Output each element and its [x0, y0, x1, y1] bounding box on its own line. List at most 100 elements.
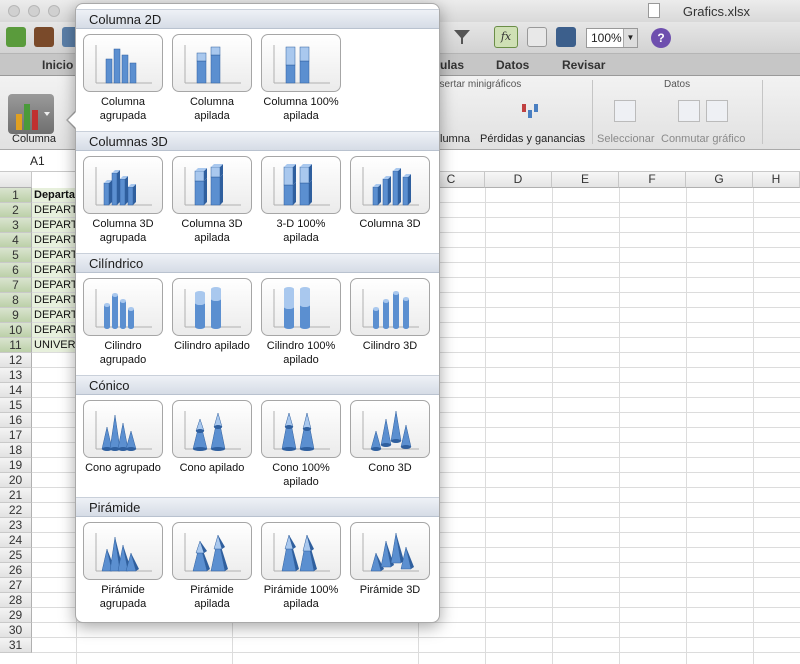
- row-header[interactable]: 15: [0, 398, 32, 413]
- chart-type-option[interactable]: Cono 3D: [350, 400, 430, 475]
- list-icon[interactable]: [527, 27, 547, 47]
- column-header-d[interactable]: D: [485, 172, 552, 188]
- chart-type-label: Pirámide 100% apilada: [263, 584, 339, 610]
- row-header[interactable]: 4: [0, 233, 32, 248]
- switch-rowcol-icon[interactable]: [678, 100, 700, 122]
- grid-line: [619, 188, 620, 664]
- cell-a[interactable]: DEPARTA: [34, 219, 78, 231]
- winloss-sparkline-icon[interactable]: [520, 100, 542, 122]
- cell-a[interactable]: UNIVERSI: [34, 339, 78, 351]
- pyramid-3d-icon: [350, 522, 430, 580]
- templates-icon[interactable]: [34, 27, 54, 47]
- row-header[interactable]: 23: [0, 518, 32, 533]
- select-data-icon[interactable]: [614, 100, 636, 122]
- column-header-g[interactable]: G: [686, 172, 753, 188]
- media-icon[interactable]: [556, 27, 576, 47]
- row-header[interactable]: 14: [0, 383, 32, 398]
- column-chart-button[interactable]: [8, 94, 54, 134]
- row-header[interactable]: 10: [0, 323, 32, 338]
- grid-line: [753, 188, 754, 664]
- chart-type-option[interactable]: Pirámide agrupada: [83, 522, 163, 611]
- switch-chart-label[interactable]: Conmutar gráfico: [661, 133, 745, 145]
- row-header[interactable]: 13: [0, 368, 32, 383]
- row-header[interactable]: 2: [0, 203, 32, 218]
- row-header[interactable]: 8: [0, 293, 32, 308]
- cell-a[interactable]: DEPARTA: [34, 309, 78, 321]
- select-all-corner[interactable]: [0, 172, 32, 188]
- chevron-down-icon[interactable]: ▼: [623, 29, 637, 47]
- name-box[interactable]: A1: [30, 154, 45, 168]
- row-header[interactable]: 19: [0, 458, 32, 473]
- chart-type-option[interactable]: Cono apilado: [172, 400, 252, 475]
- row-header[interactable]: 11: [0, 338, 32, 353]
- row-header[interactable]: 22: [0, 503, 32, 518]
- row-header[interactable]: 12: [0, 353, 32, 368]
- chart-type-option[interactable]: Pirámide 3D: [350, 522, 430, 597]
- select-data-label[interactable]: Seleccionar: [597, 133, 654, 145]
- chart-type-option[interactable]: 3-D 100% apilada: [261, 156, 341, 245]
- chart-type-option[interactable]: Columna 3D apilada: [172, 156, 252, 245]
- chart-type-option[interactable]: Columna 3D agrupada: [83, 156, 163, 245]
- cell-a[interactable]: DEPARTA: [34, 204, 78, 216]
- row-header[interactable]: 29: [0, 608, 32, 623]
- chart-type-label: Columna 3D apilada: [181, 218, 243, 244]
- chart-type-option[interactable]: Cilindro 3D: [350, 278, 430, 353]
- tab-revisar[interactable]: Revisar: [562, 58, 605, 72]
- row-header[interactable]: 31: [0, 638, 32, 653]
- chart-type-label: Columna 3D agrupada: [92, 218, 154, 244]
- new-workbook-icon[interactable]: [6, 27, 26, 47]
- chart-type-option[interactable]: Cono agrupado: [83, 400, 163, 475]
- row-header[interactable]: 5: [0, 248, 32, 263]
- row-header[interactable]: 9: [0, 308, 32, 323]
- zoom-window-button[interactable]: [48, 5, 60, 17]
- chart-type-option[interactable]: Cono 100% apilado: [261, 400, 341, 489]
- row-header[interactable]: 26: [0, 563, 32, 578]
- row-header[interactable]: 28: [0, 593, 32, 608]
- cell-a[interactable]: DEPARTA: [34, 324, 78, 336]
- row-header[interactable]: 7: [0, 278, 32, 293]
- chart-type-option[interactable]: Columna apilada: [172, 34, 252, 123]
- chart-type-option[interactable]: Pirámide 100% apilada: [261, 522, 341, 611]
- chart-type-option[interactable]: Cilindro 100% apilado: [261, 278, 341, 367]
- gallery-section-title: Columnas 3D: [76, 131, 439, 151]
- row-header[interactable]: 24: [0, 533, 32, 548]
- filter-icon[interactable]: [452, 27, 472, 47]
- switch-rowcol-icon-2[interactable]: [706, 100, 728, 122]
- clustered-column-2d-icon: [83, 34, 163, 92]
- row-header[interactable]: 16: [0, 413, 32, 428]
- close-window-button[interactable]: [8, 5, 20, 17]
- cell-a[interactable]: DEPARTA: [34, 279, 78, 291]
- column-header-f[interactable]: F: [619, 172, 686, 188]
- row-header[interactable]: 1: [0, 188, 32, 203]
- chart-type-option[interactable]: Columna agrupada: [83, 34, 163, 123]
- row-header[interactable]: 6: [0, 263, 32, 278]
- minimize-window-button[interactable]: [28, 5, 40, 17]
- column-header-e[interactable]: E: [552, 172, 619, 188]
- column-sparkline-label[interactable]: lumna: [440, 133, 470, 145]
- row-header[interactable]: 27: [0, 578, 32, 593]
- help-icon[interactable]: ?: [651, 28, 671, 48]
- row-header[interactable]: 18: [0, 443, 32, 458]
- chart-type-option[interactable]: Columna 3D: [350, 156, 430, 231]
- row-header[interactable]: 25: [0, 548, 32, 563]
- row-header[interactable]: 30: [0, 623, 32, 638]
- winloss-label[interactable]: Pérdidas y ganancias: [480, 133, 585, 145]
- row-header[interactable]: 20: [0, 473, 32, 488]
- zoom-select[interactable]: 100% ▼: [586, 28, 638, 48]
- chart-type-option[interactable]: Pirámide apilada: [172, 522, 252, 611]
- cell-a[interactable]: DEPARTA: [34, 294, 78, 306]
- row-header[interactable]: 3: [0, 218, 32, 233]
- row-header[interactable]: 21: [0, 488, 32, 503]
- cell-a[interactable]: Departa: [34, 189, 78, 201]
- row-header[interactable]: 17: [0, 428, 32, 443]
- column-header-h[interactable]: H: [753, 172, 800, 188]
- cell-a[interactable]: DEPARTA: [34, 234, 78, 246]
- chart-type-option[interactable]: Cilindro apilado: [172, 278, 252, 353]
- chart-type-option[interactable]: Cilindro agrupado: [83, 278, 163, 367]
- chart-type-option[interactable]: Columna 100% apilada: [261, 34, 341, 123]
- formula-builder-button[interactable]: fx: [494, 26, 518, 48]
- tab-inicio[interactable]: Inicio: [42, 58, 73, 72]
- tab-datos[interactable]: Datos: [496, 58, 529, 72]
- cell-a[interactable]: DEPARTA: [34, 249, 78, 261]
- cell-a[interactable]: DEPARTA: [34, 264, 78, 276]
